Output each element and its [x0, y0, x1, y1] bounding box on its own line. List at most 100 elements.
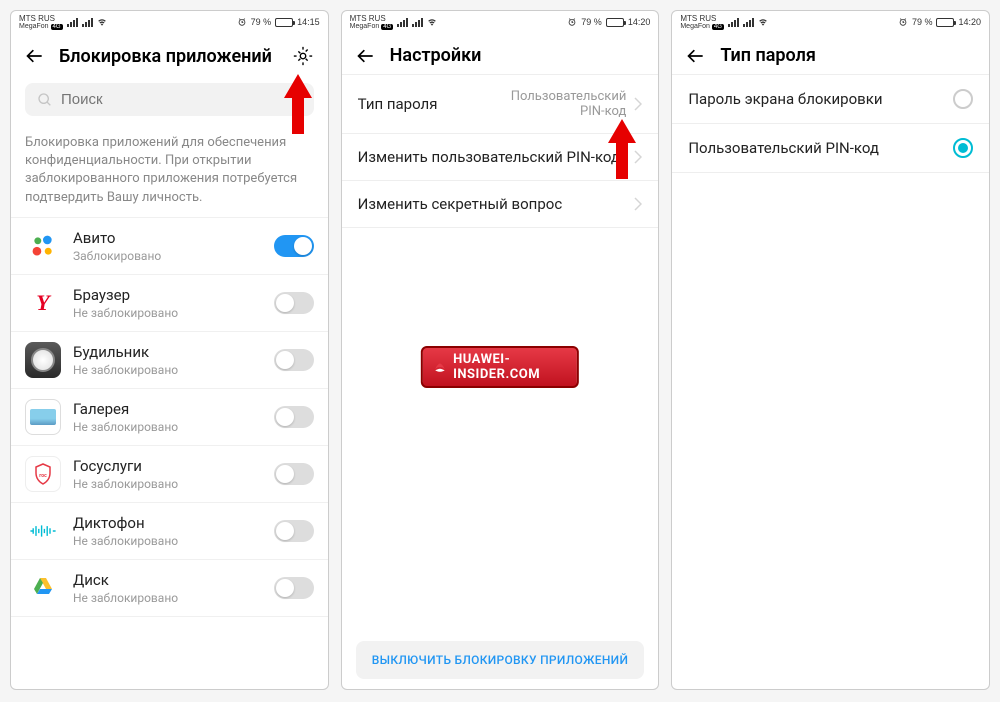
- app-row-gosuslugi[interactable]: гос Госуслуги Не заблокировано: [11, 446, 328, 503]
- battery-percent: 79 %: [581, 17, 602, 27]
- disable-lock-button[interactable]: ВЫКЛЮЧИТЬ БЛОКИРОВКУ ПРИЛОЖЕНИЙ: [356, 641, 645, 679]
- toggle[interactable]: [274, 292, 314, 314]
- gosuslugi-icon: гос: [25, 456, 61, 492]
- alarm-icon: [567, 17, 577, 27]
- clock-time: 14:20: [628, 17, 651, 27]
- gallery-icon: [25, 399, 61, 435]
- google-drive-icon: [25, 570, 61, 606]
- avito-icon: [25, 228, 61, 264]
- setting-value: Пользовательский PIN-код: [486, 89, 626, 119]
- app-row-avito[interactable]: Авито Заблокировано: [11, 217, 328, 275]
- subcarrier-name: MegaFon: [19, 23, 49, 30]
- back-button[interactable]: [686, 46, 706, 66]
- signal-icon: [67, 18, 78, 27]
- status-bar: MTS RUS MegaFon 4G 79 % 14:20: [342, 11, 659, 33]
- clock-time: 14:20: [958, 17, 981, 27]
- page-title: Блокировка приложений: [59, 46, 278, 67]
- carrier-name: MTS RUS: [680, 15, 724, 23]
- app-row-gallery[interactable]: Галерея Не заблокировано: [11, 389, 328, 446]
- app-status: Не заблокировано: [73, 477, 262, 491]
- header: Тип пароля: [672, 33, 989, 74]
- app-status: Не заблокировано: [73, 306, 262, 320]
- carrier-badge: 4G: [51, 24, 63, 30]
- app-name: Диктофон: [73, 514, 262, 532]
- signal-icon-2: [412, 18, 423, 27]
- app-row-alarm[interactable]: Будильник Не заблокировано: [11, 332, 328, 389]
- chevron-right-icon: [634, 97, 642, 111]
- phone-screen-2: MTS RUS MegaFon 4G 79 % 14:20 Настройки …: [341, 10, 660, 690]
- wifi-icon: [427, 17, 437, 27]
- app-status: Не заблокировано: [73, 534, 262, 548]
- search-input[interactable]: [25, 83, 314, 116]
- yandex-icon: Y: [25, 285, 61, 321]
- toggle[interactable]: [274, 406, 314, 428]
- chevron-right-icon: [634, 197, 642, 211]
- radio-row-custom-pin[interactable]: Пользовательский PIN-код: [672, 124, 989, 173]
- back-button[interactable]: [356, 46, 376, 66]
- signal-icon: [728, 18, 739, 27]
- recorder-icon: [25, 513, 61, 549]
- toggle[interactable]: [274, 235, 314, 257]
- app-list: Авито Заблокировано Y Браузер Не заблоки…: [11, 217, 328, 689]
- app-status: Не заблокировано: [73, 420, 262, 434]
- app-row-browser[interactable]: Y Браузер Не заблокировано: [11, 275, 328, 332]
- description-text: Блокировка приложений для обеспечения ко…: [11, 124, 328, 217]
- status-bar: MTS RUS MegaFon 4G 79 % 14:15: [11, 11, 328, 33]
- header: Блокировка приложений: [11, 33, 328, 75]
- battery-percent: 79 %: [251, 17, 272, 27]
- alarm-icon: [237, 17, 247, 27]
- wifi-icon: [758, 17, 768, 27]
- header: Настройки: [342, 33, 659, 74]
- app-name: Галерея: [73, 400, 262, 418]
- search-icon: [37, 92, 53, 108]
- page-title: Тип пароля: [720, 45, 975, 66]
- svg-text:гос: гос: [39, 473, 47, 479]
- carrier-name: MTS RUS: [19, 15, 63, 23]
- app-row-recorder[interactable]: Диктофон Не заблокировано: [11, 503, 328, 560]
- toggle[interactable]: [274, 463, 314, 485]
- page-title: Настройки: [390, 45, 645, 66]
- back-button[interactable]: [25, 46, 45, 66]
- radio-label: Пользовательский PIN-код: [688, 139, 953, 157]
- carrier-badge: 4G: [381, 24, 393, 30]
- battery-icon: [275, 18, 293, 27]
- setting-row-password-type[interactable]: Тип пароля Пользовательский PIN-код: [342, 75, 659, 134]
- subcarrier-name: MegaFon: [350, 23, 380, 30]
- wifi-icon: [97, 17, 107, 27]
- settings-list: Тип пароля Пользовательский PIN-код Изме…: [342, 74, 659, 228]
- radio-list: Пароль экрана блокировки Пользовательски…: [672, 74, 989, 173]
- setting-row-change-question[interactable]: Изменить секретный вопрос: [342, 181, 659, 228]
- watermark-badge: HUAWEI-INSIDER.COM: [421, 346, 579, 388]
- gear-icon[interactable]: [292, 45, 314, 67]
- alarm-icon: [898, 17, 908, 27]
- app-name: Будильник: [73, 343, 262, 361]
- setting-label: Изменить секретный вопрос: [358, 195, 635, 213]
- phone-screen-1: MTS RUS MegaFon 4G 79 % 14:15 Блокировка…: [10, 10, 329, 690]
- app-row-disk[interactable]: Диск Не заблокировано: [11, 560, 328, 617]
- chevron-right-icon: [634, 150, 642, 164]
- battery-icon: [936, 18, 954, 27]
- carrier-badge: 4G: [712, 24, 724, 30]
- phone-screen-3: MTS RUS MegaFon 4G 79 % 14:20 Тип пароля…: [671, 10, 990, 690]
- app-name: Браузер: [73, 286, 262, 304]
- radio-row-screen-lock[interactable]: Пароль экрана блокировки: [672, 75, 989, 124]
- app-status: Не заблокировано: [73, 591, 262, 605]
- status-bar: MTS RUS MegaFon 4G 79 % 14:20: [672, 11, 989, 33]
- search-field[interactable]: [61, 91, 302, 108]
- battery-percent: 79 %: [912, 17, 933, 27]
- toggle[interactable]: [274, 520, 314, 542]
- app-name: Госуслуги: [73, 457, 262, 475]
- clock-time: 14:15: [297, 17, 320, 27]
- radio-button[interactable]: [953, 89, 973, 109]
- setting-row-change-pin[interactable]: Изменить пользовательский PIN-код: [342, 134, 659, 181]
- watermark-text: HUAWEI-INSIDER.COM: [453, 352, 567, 382]
- app-status: Не заблокировано: [73, 363, 262, 377]
- app-name: Авито: [73, 229, 262, 247]
- toggle[interactable]: [274, 349, 314, 371]
- subcarrier-name: MegaFon: [680, 23, 710, 30]
- radio-button[interactable]: [953, 138, 973, 158]
- app-name: Диск: [73, 571, 262, 589]
- app-status: Заблокировано: [73, 249, 262, 263]
- toggle[interactable]: [274, 577, 314, 599]
- battery-icon: [606, 18, 624, 27]
